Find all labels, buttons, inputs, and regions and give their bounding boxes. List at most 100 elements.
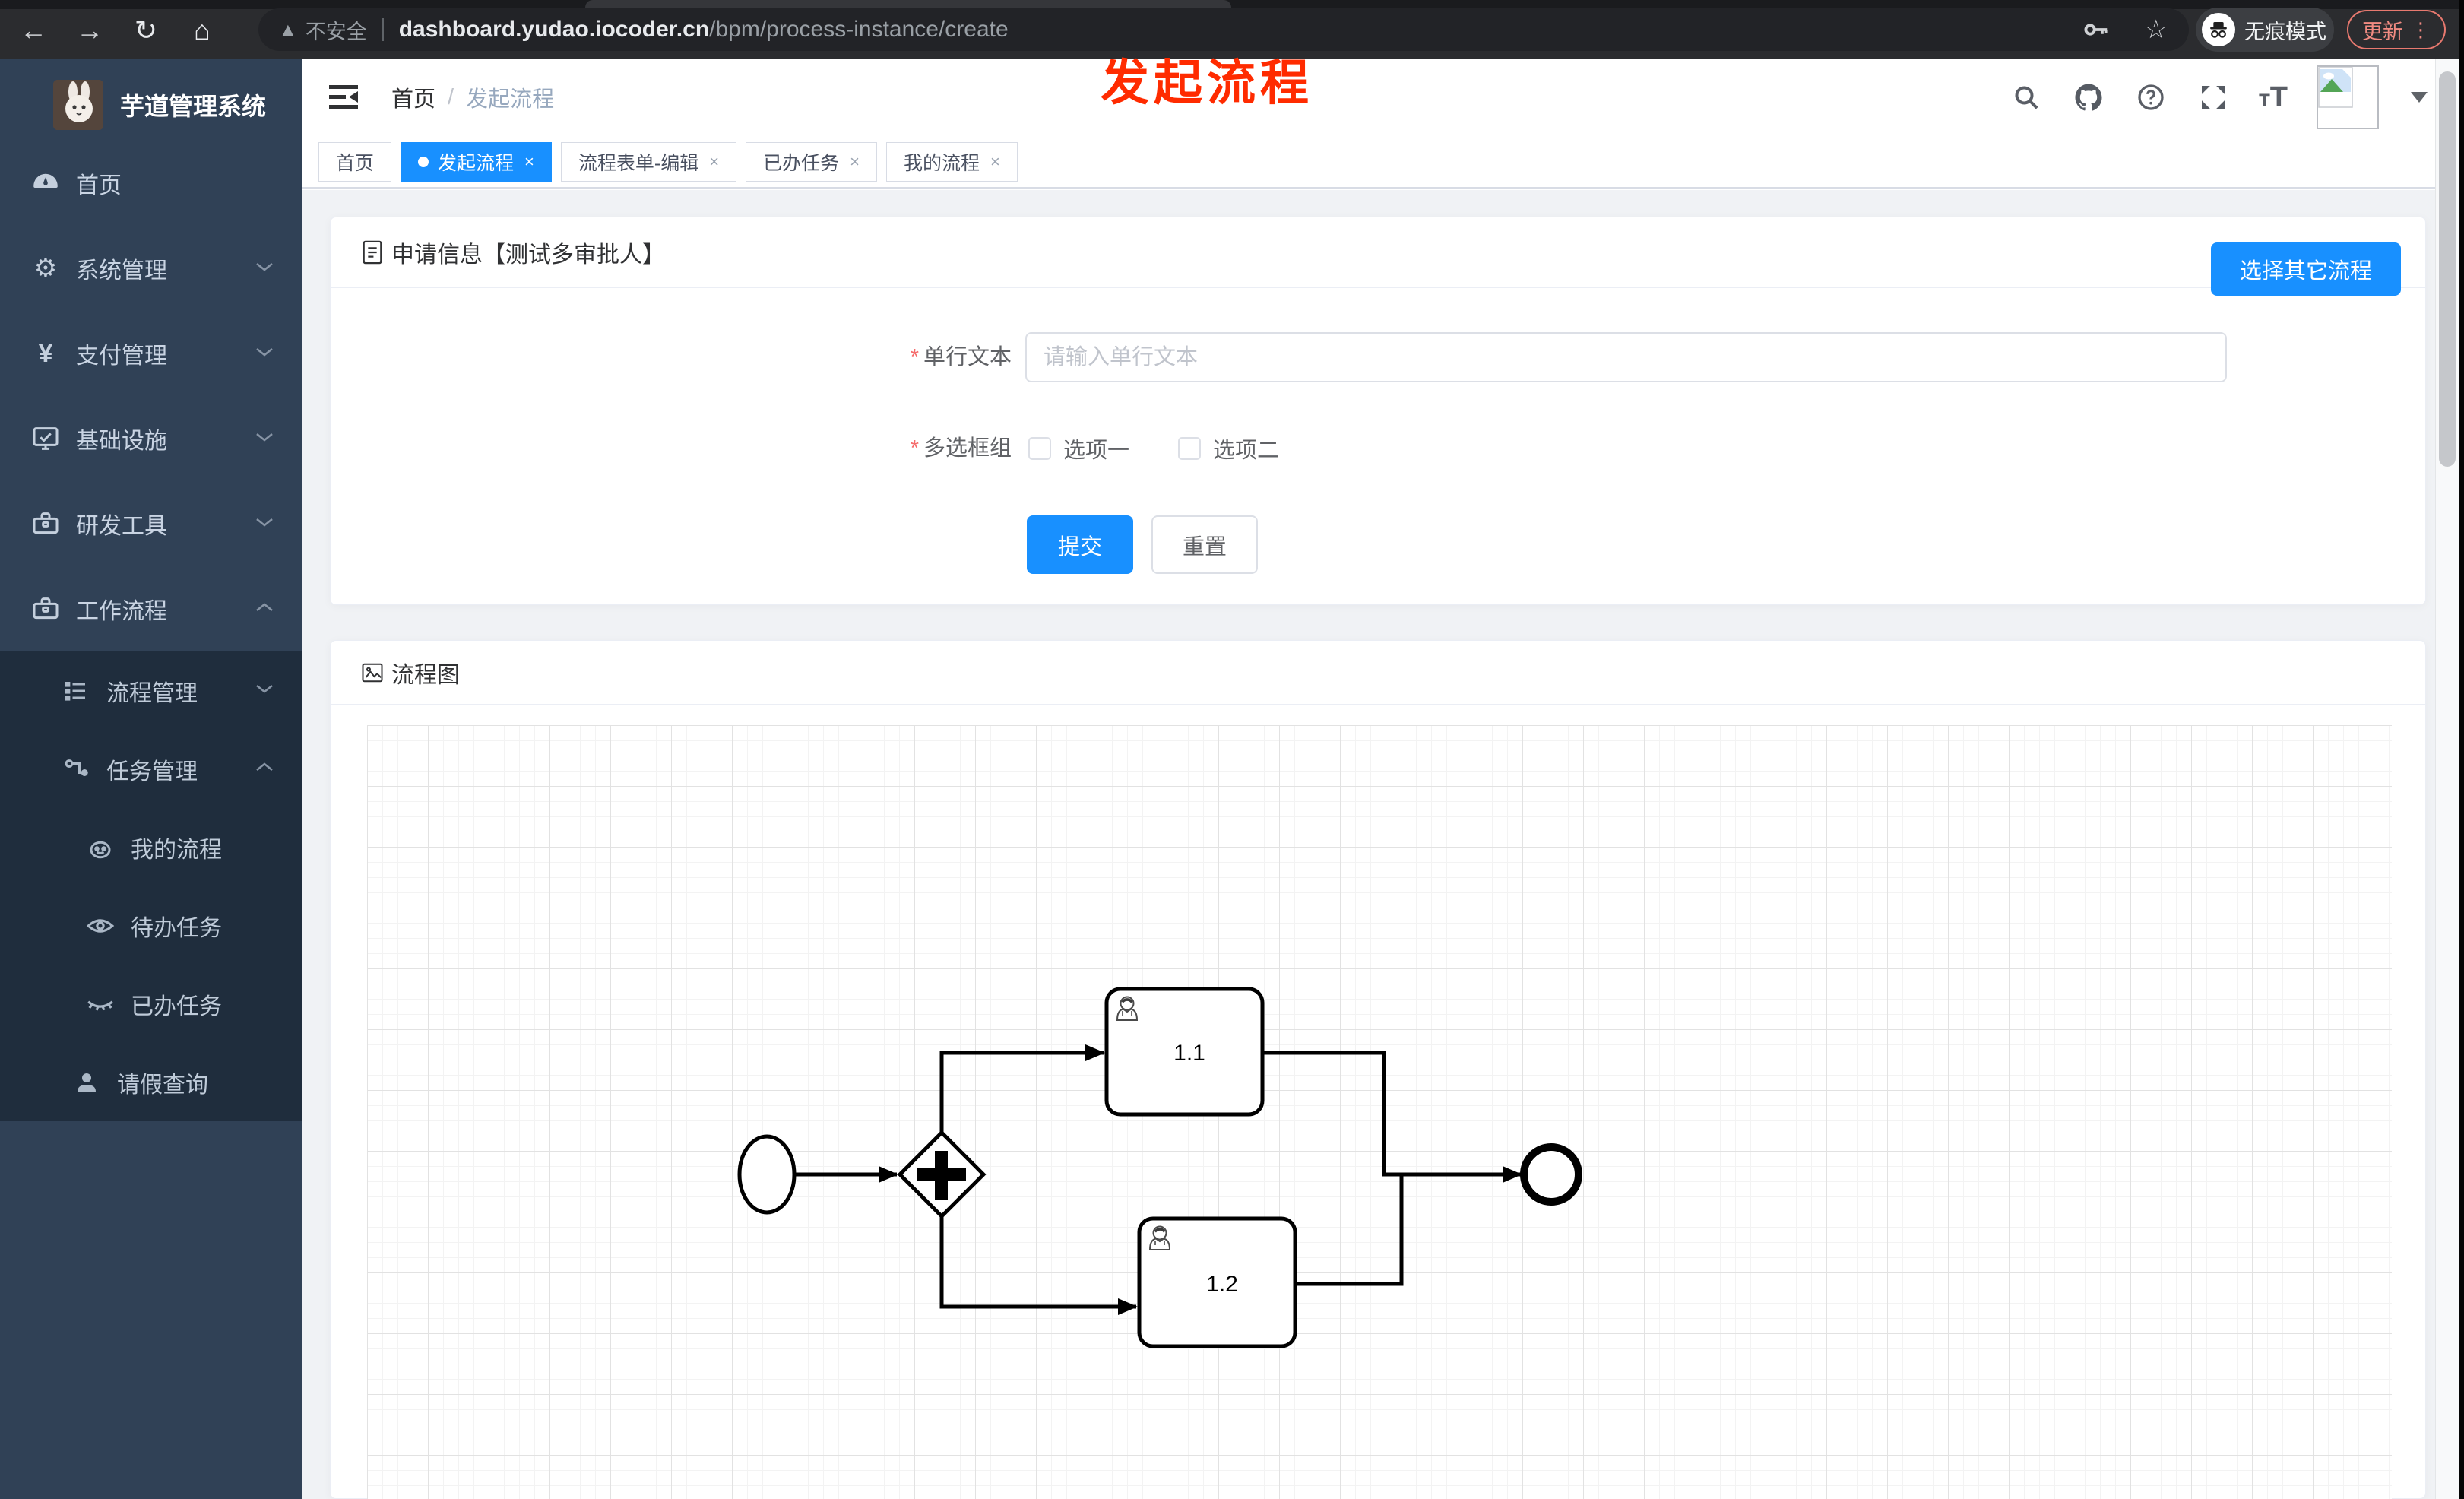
bpmn-canvas[interactable]: 1.1 1.2 [367,725,2392,1499]
sidebar-item-todo-tasks[interactable]: 待办任务 [0,886,302,965]
help-icon[interactable] [2134,81,2168,114]
sidebar-item-system[interactable]: ⚙ 系统管理 [0,226,302,311]
incognito-badge: 无痕模式 [2196,8,2334,52]
fullscreen-icon[interactable] [2196,81,2230,114]
incognito-icon [2202,13,2235,46]
checkbox-icon[interactable] [1028,437,1051,460]
sidebar-item-label: 待办任务 [131,915,222,941]
tab-label: 首页 [336,153,375,174]
face-icon [85,832,116,863]
back-icon[interactable]: ← [17,14,50,46]
scrollbar-thumb[interactable] [2439,71,2456,467]
chevron-up-icon [255,761,274,777]
main-content: 申请信息【测试多审批人】 选择其它流程 *单行文本 *多选框组 选项一 选项二 … [302,190,2435,1499]
tab-create-process[interactable]: 发起流程 × [401,142,552,182]
close-tab-icon[interactable]: × [524,152,534,172]
flow-task1-to-end [1262,1051,1522,1183]
tags-view-bar: 首页 发起流程 × 流程表单-编辑 × 已办任务 × 我的流程 × [302,135,2458,189]
browser-menu-dots-icon[interactable]: ⋮ [2411,18,2431,42]
reload-icon[interactable]: ↻ [129,14,163,46]
tab-my-process[interactable]: 我的流程 × [885,142,1018,182]
form-card-title: 申请信息【测试多审批人】 [391,242,665,268]
avatar[interactable] [2317,65,2379,129]
required-asterisk: * [910,345,919,369]
toolbox-icon [29,592,62,626]
sidebar-item-label: 支付管理 [76,344,167,369]
process-diagram-card: 流程图 1.1 1.2 [330,640,2426,1499]
checkbox-option-1[interactable]: 选项一 [1028,433,1129,464]
flow-gateway-to-task1 [939,1044,1105,1133]
collapse-sidebar-icon[interactable] [328,82,361,113]
reset-button[interactable]: 重置 [1151,515,1258,574]
submit-button[interactable]: 提交 [1027,515,1133,574]
workflow-submenu: 流程管理 任务管理 我的流程 待办任务 已办任务 请假查询 [0,651,302,1121]
app-logo-row[interactable]: 芋道管理系统 [0,67,302,143]
diagram-card-title: 流程图 [391,662,460,688]
scrollbar[interactable] [2435,59,2459,1499]
choose-other-process-button[interactable]: 选择其它流程 [2211,242,2401,296]
app-title: 芋道管理系统 [120,93,267,120]
close-tab-icon[interactable]: × [990,152,1000,172]
sidebar-item-done-tasks[interactable]: 已办任务 [0,965,302,1043]
flow-icon [61,754,91,784]
not-secure-warning-icon: ▲ [278,17,298,41]
tab-label: 我的流程 [903,153,980,174]
key-icon[interactable] [2079,13,2113,46]
chevron-up-icon [255,601,274,617]
tab-done-tasks[interactable]: 已办任务 × [746,142,877,182]
tab-process-form-edit[interactable]: 流程表单-编辑 × [560,142,737,182]
sidebar-item-my-process[interactable]: 我的流程 [0,808,302,886]
document-icon [363,240,382,264]
sidebar-item-label: 请假查询 [117,1072,208,1098]
tab-label: 流程表单-编辑 [578,153,699,174]
sidebar-item-label: 首页 [76,173,122,198]
sidebar-item-task-management[interactable]: 任务管理 [0,730,302,808]
chevron-down-icon [255,516,274,532]
single-line-text-input[interactable] [1025,332,2227,382]
breadcrumb-separator: / [448,84,454,109]
monitor-icon [29,422,62,455]
chevron-down-icon [255,346,274,362]
sidebar-item-label: 系统管理 [76,258,167,284]
bookmark-star-icon[interactable]: ☆ [2145,14,2168,45]
sidebar-item-dev-tools[interactable]: 研发工具 [0,481,302,566]
sidebar-item-label: 已办任务 [131,994,222,1019]
breadcrumb-home[interactable]: 首页 [391,81,435,113]
sidebar-item-home[interactable]: 首页 [0,141,302,226]
flow-task2-to-end [1295,1174,1404,1286]
list-icon [61,676,91,706]
sidebar-item-leave-query[interactable]: 请假查询 [0,1043,302,1121]
divider [382,18,384,41]
breadcrumb-current: 发起流程 [466,87,555,112]
close-tab-icon[interactable]: × [850,152,860,172]
checkbox-option-2[interactable]: 选项二 [1178,433,1279,464]
search-icon[interactable] [2010,81,2043,114]
browser-update-button[interactable]: 更新 ⋮ [2347,10,2446,49]
tab-label: 发起流程 [438,153,515,174]
close-tab-icon[interactable]: × [709,152,719,172]
font-size-icon[interactable]: TT [2259,82,2288,113]
chevron-down-icon [255,683,274,699]
home-icon[interactable]: ⌂ [185,14,219,46]
sidebar-item-payment[interactable]: ¥ 支付管理 [0,311,302,396]
url-path: /bpm/process-instance/create [709,17,1009,42]
checkbox-group-label: * 多选框组 [910,436,1012,461]
breadcrumb: 首页 / 发起流程 [391,82,554,113]
sidebar-item-workflow[interactable]: 工作流程 [0,566,302,651]
checkbox-icon[interactable] [1178,437,1202,460]
sidebar-item-infrastructure[interactable]: 基础设施 [0,396,302,481]
forward-icon[interactable]: → [73,14,106,46]
window-edge [2459,0,2464,1499]
sidebar-item-process-management[interactable]: 流程管理 [0,651,302,730]
apply-info-card: 申请信息【测试多审批人】 选择其它流程 *单行文本 *多选框组 选项一 选项二 … [330,217,2426,605]
tab-home[interactable]: 首页 [318,142,392,182]
sidebar: 芋道管理系统 首页 ⚙ 系统管理 ¥ 支付管理 基础设施 研发工具 工作流程 流… [0,59,302,1499]
gear-icon: ⚙ [33,254,58,283]
avatar-dropdown-caret-icon[interactable] [2411,92,2428,103]
gateway-plus-icon [935,1151,948,1200]
active-dot [418,157,429,167]
github-icon[interactable] [2072,81,2105,114]
bpmn-diagram: 1.1 1.2 [737,987,1582,1348]
end-event-node [1520,1143,1582,1206]
task-label: 1.1 [1173,1041,1205,1066]
